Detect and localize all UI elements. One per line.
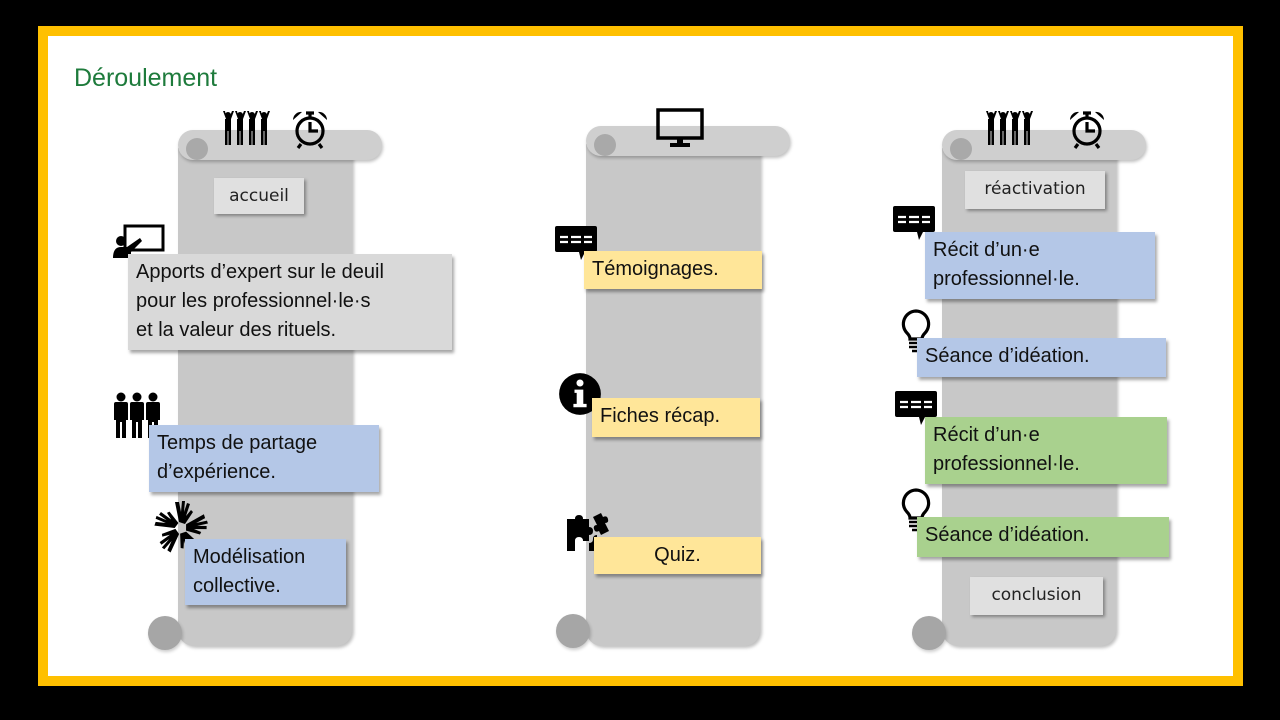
scroll-top-curl — [950, 138, 972, 160]
line: Séance d’idéation. — [925, 345, 1090, 367]
line: Quiz. — [654, 544, 701, 566]
alarm-clock-icon — [290, 108, 330, 150]
scroll-bottom-curl — [556, 614, 590, 648]
teacher-board-icon — [113, 224, 165, 258]
phase-label-accueil: accueil — [214, 178, 304, 214]
activity-box-temoignages: Témoignages. — [584, 251, 762, 289]
line: pour les professionnel·le·s — [136, 290, 371, 312]
line: Récit d’un·e — [933, 424, 1040, 446]
activity-box-recit-1: Récit d’un·e professionnel·le. — [925, 232, 1155, 299]
scroll-top-roll — [178, 130, 382, 160]
activity-box-recit-2: Récit d’un·e professionnel·le. — [925, 417, 1167, 484]
slide-title: Déroulement — [74, 64, 218, 92]
line: Modélisation — [193, 546, 306, 568]
activity-box-quiz: Quiz. — [594, 537, 761, 574]
scroll-bottom-curl — [912, 616, 946, 650]
activity-box-modelisation: Modélisation collective. — [185, 539, 346, 605]
activity-box-expert: Apports d’expert sur le deuil pour les p… — [128, 254, 452, 350]
activity-box-ideation-1: Séance d’idéation. — [917, 338, 1166, 377]
line: Apports d’expert sur le deuil — [136, 261, 384, 283]
scroll-top-curl — [186, 138, 208, 160]
group-cheering-icon — [222, 110, 270, 146]
activity-box-partage: Temps de partage d’expérience. — [149, 425, 379, 492]
group-cheering-icon — [985, 110, 1033, 146]
phase-label-conclusion: conclusion — [970, 577, 1103, 615]
line: Témoignages. — [592, 258, 719, 280]
line: Récit d’un·e — [933, 239, 1040, 261]
line: Temps de partage — [157, 432, 318, 454]
activity-box-fiches: Fiches récap. — [592, 398, 760, 437]
line: Séance d’idéation. — [925, 524, 1090, 546]
line: collective. — [193, 575, 281, 597]
line: professionnel·le. — [933, 453, 1080, 475]
activity-box-ideation-2: Séance d’idéation. — [917, 517, 1169, 557]
phase-label-reactivation: réactivation — [965, 171, 1105, 209]
scroll-top-curl — [594, 134, 616, 156]
line: Fiches récap. — [600, 405, 721, 427]
scroll-bottom-curl — [148, 616, 182, 650]
line: professionnel·le. — [933, 268, 1080, 290]
alarm-clock-icon — [1067, 108, 1107, 150]
line: d’expérience. — [157, 461, 276, 483]
scroll-body — [942, 148, 1116, 646]
line: et la valeur des rituels. — [136, 319, 337, 341]
monitor-icon — [656, 108, 704, 148]
scroll-top-roll — [942, 130, 1146, 160]
